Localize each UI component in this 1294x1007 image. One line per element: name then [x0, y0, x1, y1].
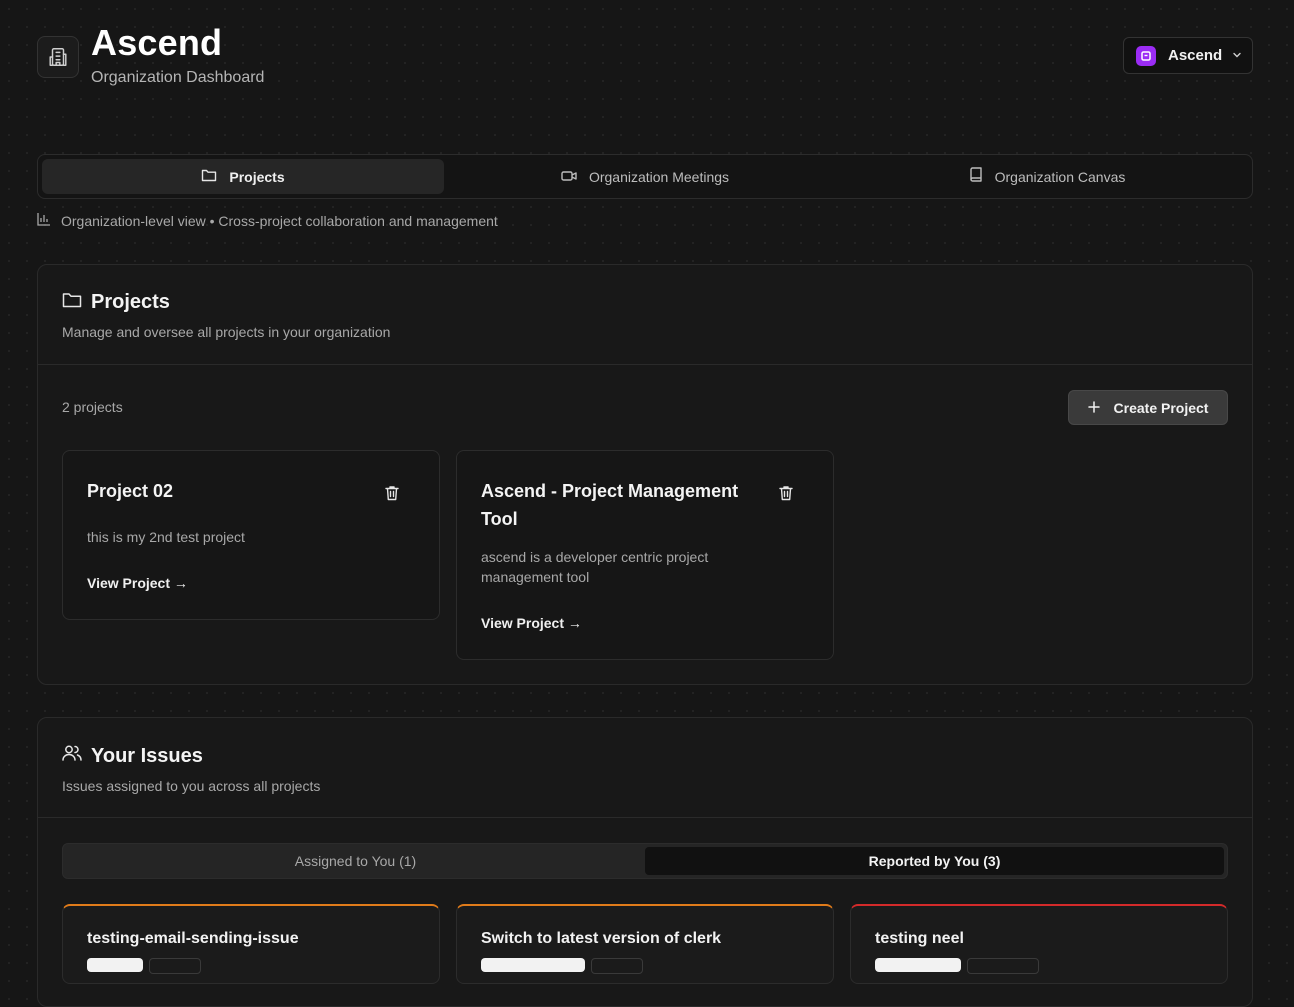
panel-description: Issues assigned to you across all projec…	[62, 778, 321, 794]
issue-title: testing-email-sending-issue	[87, 930, 299, 947]
project-card[interactable]: Project 02 this is my 2nd test project V…	[62, 450, 440, 620]
panel-description: Manage and oversee all projects in your …	[62, 324, 391, 340]
book-icon	[969, 167, 983, 186]
view-project-link[interactable]: View Project →	[87, 575, 188, 591]
trash-icon[interactable]	[779, 485, 793, 506]
building-icon	[37, 36, 79, 78]
project-name: Ascend - Project Management Tool	[481, 481, 739, 529]
project-count: 2 projects	[62, 399, 123, 415]
project-description: ascend is a developer centric project ma…	[481, 549, 709, 585]
bar-chart-icon	[37, 212, 51, 229]
org-name: Ascend	[1168, 47, 1223, 64]
issue-title: Switch to latest version of clerk	[481, 930, 722, 947]
org-switcher[interactable]: Ascend	[1123, 37, 1253, 74]
tab-assigned-to-you[interactable]: Assigned to You (1)	[66, 847, 645, 875]
panel-title: Your Issues	[91, 744, 203, 767]
status-badge	[481, 958, 585, 972]
project-card[interactable]: Ascend - Project Management Tool ascend …	[456, 450, 834, 660]
tab-organization-canvas[interactable]: Organization Canvas	[846, 159, 1248, 194]
priority-badge	[967, 958, 1039, 974]
page-header: Ascend Organization Dashboard Ascend	[37, 20, 1253, 100]
tab-label: Organization Meetings	[588, 168, 730, 185]
tab-projects[interactable]: Projects	[42, 159, 444, 194]
tab-organization-meetings[interactable]: Organization Meetings	[444, 159, 846, 194]
create-project-label: Create Project	[1113, 399, 1209, 416]
org-badge-icon	[1136, 45, 1156, 66]
issue-card[interactable]: testing neel	[850, 904, 1228, 984]
view-project-link[interactable]: View Project →	[481, 615, 582, 631]
issues-panel-header: Your Issues Issues assigned to you acros…	[38, 718, 1252, 818]
app-subtitle: Organization Dashboard	[91, 69, 265, 86]
panel-title: Projects	[91, 291, 170, 313]
projects-panel-header: Projects Manage and oversee all projects…	[38, 265, 1252, 365]
tab-label: Projects	[229, 168, 285, 185]
create-project-button[interactable]: Create Project	[1068, 390, 1228, 425]
status-badge	[875, 958, 961, 972]
priority-badge	[591, 958, 643, 974]
app-title: Ascend	[91, 22, 223, 63]
video-icon	[561, 169, 577, 185]
priority-badge	[149, 958, 201, 974]
tab-reported-by-you[interactable]: Reported by You (3)	[645, 847, 1224, 875]
projects-panel: Projects Manage and oversee all projects…	[37, 264, 1253, 685]
status-badge	[87, 958, 143, 972]
users-icon	[62, 744, 82, 768]
tab-label: Organization Canvas	[994, 168, 1126, 185]
trash-icon[interactable]	[385, 485, 399, 506]
view-note-text: Organization-level view • Cross-project …	[61, 212, 498, 229]
folder-icon	[62, 291, 82, 314]
issue-card[interactable]: Switch to latest version of clerk	[456, 904, 834, 984]
folder-icon	[201, 168, 217, 185]
project-description: this is my 2nd test project	[87, 529, 245, 545]
issue-tabs: Assigned to You (1) Reported by You (3)	[62, 843, 1228, 879]
issue-card[interactable]: testing-email-sending-issue	[62, 904, 440, 984]
main-tabs: Projects Organization Meetings Organizat…	[37, 154, 1253, 199]
view-note: Organization-level view • Cross-project …	[37, 212, 498, 229]
plus-icon	[1087, 400, 1100, 416]
issues-panel: Your Issues Issues assigned to you acros…	[37, 717, 1253, 1007]
project-name: Project 02	[87, 481, 174, 501]
issue-title: testing neel	[875, 930, 964, 947]
chevron-down-icon	[1232, 47, 1242, 65]
